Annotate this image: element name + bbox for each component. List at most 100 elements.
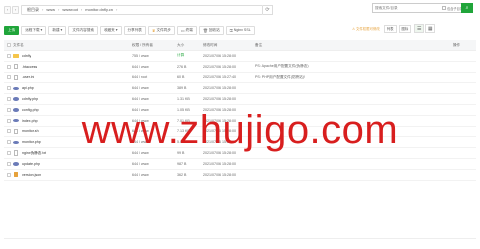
- name-cell: cdnfly.php: [13, 97, 132, 102]
- row-select-cell: [4, 97, 13, 102]
- row-checkbox[interactable]: [7, 64, 11, 69]
- back-button[interactable]: ‹: [4, 5, 11, 14]
- table-body: cdnfly 755 / www 计算 2021/07/06 15:28:00 .hta…: [4, 51, 476, 181]
- file-size: 389 B: [177, 86, 187, 91]
- row-checkbox[interactable]: [7, 172, 11, 177]
- view-list-label-button[interactable]: 列表: [383, 24, 397, 33]
- divider: [4, 238, 476, 239]
- search-button[interactable]: ⌕: [461, 3, 473, 13]
- row-checkbox[interactable]: [7, 86, 11, 91]
- row-checkbox[interactable]: [7, 75, 11, 80]
- table-row[interactable]: .user.ini 644 / root 60 B 2021/07/06 15:27:…: [4, 73, 476, 84]
- row-checkbox[interactable]: [7, 161, 11, 166]
- table-row[interactable]: monitor.php 644 / www 5.05 KB 2021/07/06 15…: [4, 137, 476, 149]
- name-cell: .htaccess: [13, 63, 132, 70]
- row-checkbox[interactable]: [7, 118, 11, 123]
- permission-hint[interactable]: ⚠ 文件权限可修改: [352, 26, 380, 31]
- file-name[interactable]: version.json: [22, 173, 41, 177]
- file-perm[interactable]: 644 / www: [132, 129, 177, 133]
- file-perm[interactable]: 644 / www: [132, 162, 177, 166]
- grid-view-button[interactable]: ▦: [425, 24, 436, 33]
- crumb-wwwroot[interactable]: wwwroot: [59, 7, 81, 12]
- table-row[interactable]: cdnfly.php 644 / www 1.31 KB 2021/07/06 15:…: [4, 94, 476, 105]
- terminal-button[interactable]: ▭ 终端: [176, 25, 197, 35]
- new-button[interactable]: 新建 ▾: [48, 25, 67, 35]
- file-name[interactable]: cdnfly: [22, 54, 31, 58]
- file-perm[interactable]: 644 / root: [132, 75, 177, 79]
- forward-button[interactable]: ›: [12, 5, 19, 14]
- file-perm[interactable]: 644 / www: [132, 65, 177, 69]
- crumb-root[interactable]: 根目录: [24, 7, 42, 13]
- file-name[interactable]: .user.ini: [22, 75, 34, 79]
- file-note[interactable]: PS: Apache用户配置文件(伪静态): [255, 64, 445, 69]
- table-row[interactable]: monitor.sh 644 / www 7.13 KB 2021/07/06 15:…: [4, 127, 476, 138]
- file-perm[interactable]: 644 / www: [132, 108, 177, 112]
- table-row[interactable]: version.json 644 / www 362 B 2021/07/06 15:…: [4, 170, 476, 181]
- file-mtime: 2021/07/06 15:28:00: [203, 107, 236, 112]
- row-select-cell: [4, 53, 13, 58]
- row-select-cell: [4, 151, 13, 156]
- recycle-button[interactable]: 🗑 回收站: [198, 25, 224, 35]
- file-perm[interactable]: 644 / www: [132, 140, 177, 144]
- file-name[interactable]: index.php: [22, 119, 38, 123]
- crumb-separator: ›: [115, 7, 118, 12]
- row-checkbox[interactable]: [7, 97, 11, 102]
- php-icon: [13, 86, 19, 91]
- file-perm[interactable]: 644 / www: [132, 173, 177, 177]
- col-perm[interactable]: 权限 / 所有者: [132, 43, 177, 48]
- file-note[interactable]: PS: PHP用户配置文件(防跨站)!: [255, 75, 445, 80]
- table-row[interactable]: cdnfly 755 / www 计算 2021/07/06 15:28:00: [4, 51, 476, 62]
- upload-button[interactable]: 上传: [4, 25, 20, 35]
- file-perm[interactable]: 644 / www: [132, 86, 177, 90]
- remote-download-label: 远程下载: [25, 27, 40, 32]
- file-name[interactable]: nginx伪静态.txt: [22, 151, 46, 156]
- table-row[interactable]: update.php 644 / www 987 B 2021/07/06 15:28…: [4, 159, 476, 170]
- file-name[interactable]: cdnfly.php: [22, 97, 38, 101]
- name-cell: config.php: [13, 107, 132, 112]
- nginx-ssl-button[interactable]: ⚿ Nginx SSL: [225, 25, 255, 35]
- file-size[interactable]: 计算: [177, 53, 203, 58]
- search-input[interactable]: [373, 4, 443, 12]
- file-name[interactable]: monitor.sh: [22, 129, 39, 133]
- row-checkbox[interactable]: [7, 151, 11, 156]
- file-name[interactable]: .htaccess: [22, 65, 37, 69]
- table-row[interactable]: index.php 644 / www 7.01 KB 2021/07/06 15:2…: [4, 116, 476, 127]
- right-tools: ⚠ 文件权限可修改 列表 图标 ☰ ▦: [352, 24, 436, 33]
- list-view-button[interactable]: ☰: [414, 24, 425, 33]
- crumb-site[interactable]: monitor.dnfly.cn: [82, 7, 116, 12]
- crumb-www[interactable]: www: [43, 7, 58, 12]
- file-perm[interactable]: 644 / www: [132, 151, 177, 155]
- file-perm[interactable]: 755 / www: [132, 54, 177, 58]
- row-checkbox[interactable]: [7, 53, 11, 58]
- col-size[interactable]: 大小: [177, 43, 203, 48]
- file-perm[interactable]: 644 / www: [132, 97, 177, 101]
- crown-icon: ♛: [151, 27, 156, 33]
- row-checkbox[interactable]: [7, 129, 11, 134]
- file-name[interactable]: config.php: [22, 108, 39, 112]
- table-row[interactable]: .htaccess 644 / www 276 B 2021/07/06 15:28:…: [4, 62, 476, 73]
- view-icons-label-button[interactable]: 图标: [398, 24, 412, 33]
- content-search-button[interactable]: 文件内容搜索: [68, 25, 98, 35]
- file-mtime: 2021/07/06 15:28:00: [203, 161, 236, 166]
- file-icon: [13, 128, 19, 135]
- file-perm[interactable]: 644 / www: [132, 119, 177, 123]
- table-row[interactable]: nginx伪静态.txt 644 / www 99 B 2021/07/06 15:2…: [4, 148, 476, 159]
- file-name[interactable]: api.php: [22, 86, 34, 90]
- refresh-button[interactable]: ⟳: [263, 4, 273, 15]
- file-name[interactable]: monitor.php: [22, 140, 41, 144]
- row-checkbox[interactable]: [7, 107, 11, 112]
- col-name[interactable]: 文件名: [13, 43, 132, 48]
- row-select-cell: [4, 118, 13, 123]
- col-mtime[interactable]: 修改时间: [203, 43, 255, 48]
- file-name[interactable]: update.php: [22, 162, 40, 166]
- sync-button[interactable]: ♛ 文件同步: [147, 25, 175, 35]
- subdir-checkbox[interactable]: [442, 6, 447, 10]
- table-row[interactable]: api.php 644 / www 389 B 2021/07/06 15:28:00: [4, 83, 476, 95]
- table-row[interactable]: config.php 644 / www 1.05 KB 2021/07/06 15:…: [4, 105, 476, 116]
- favorites-button[interactable]: 收藏夹 ▾: [99, 25, 122, 35]
- col-action: 操作: [452, 42, 460, 47]
- select-all-checkbox[interactable]: [7, 43, 11, 47]
- remote-download-button[interactable]: 远程下载 ▾: [21, 25, 47, 35]
- share-list-button[interactable]: 分享列表: [123, 25, 146, 35]
- row-checkbox[interactable]: [7, 140, 11, 145]
